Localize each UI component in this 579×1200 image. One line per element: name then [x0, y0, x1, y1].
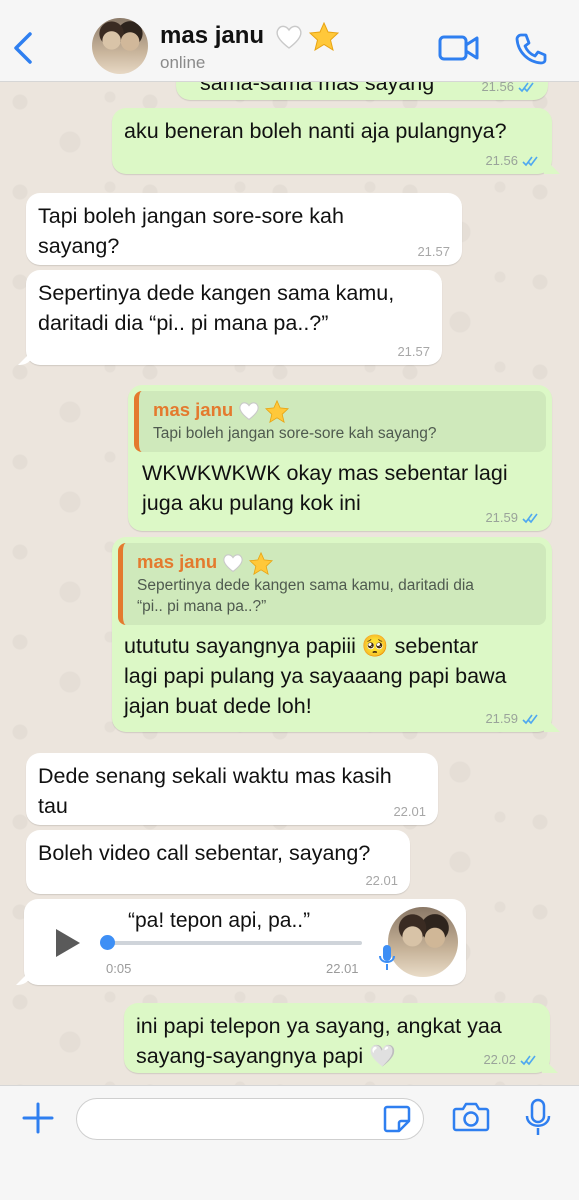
quote-author: mas janu [153, 397, 536, 423]
message-incoming[interactable]: Tapi boleh jangan sore-sore kah sayang? … [26, 193, 462, 265]
message-meta: 21.56 [485, 154, 540, 168]
video-call-icon [438, 35, 479, 61]
microphone-icon [525, 1098, 551, 1135]
star-icon [309, 22, 340, 52]
sticker-button[interactable] [382, 1104, 412, 1139]
star-icon [249, 551, 274, 575]
voice-duration: 0:05 [106, 961, 132, 976]
star-icon [265, 399, 290, 423]
sender-avatar [388, 907, 458, 977]
message-input[interactable] [76, 1098, 424, 1140]
voice-scrubber[interactable] [100, 935, 115, 950]
double-check-icon [522, 513, 538, 524]
message-meta: 21.56 [481, 82, 536, 94]
white-heart-icon [276, 25, 302, 49]
plus-icon [22, 1102, 54, 1134]
message-outgoing-reply[interactable]: mas janu Sepertinya dede kangen sama kam… [112, 537, 552, 732]
play-icon [56, 929, 80, 957]
message-outgoing[interactable]: aku beneran boleh nanti aja pulangnya? 2… [112, 108, 552, 174]
message-meta: 21.59 [485, 712, 540, 726]
double-check-icon [520, 1055, 536, 1066]
message-outgoing[interactable]: sama-sama mas sayang 21.56 [176, 82, 548, 100]
sticker-icon [383, 1105, 411, 1133]
play-button[interactable] [54, 927, 82, 964]
message-meta: 21.57 [417, 244, 450, 259]
voice-caption: “pa! tepon api, pa..” [128, 909, 311, 932]
contact-avatar[interactable] [92, 18, 148, 74]
composer-bar [0, 1085, 579, 1200]
attach-button[interactable] [20, 1100, 56, 1141]
voice-mic-badge [378, 943, 396, 978]
voice-call-button[interactable] [514, 32, 548, 71]
chat-area[interactable]: sama-sama mas sayang 21.56 aku beneran b… [0, 82, 579, 1085]
message-meta: 22.02 [483, 1053, 538, 1067]
quote-author: mas janu [137, 549, 536, 575]
camera-button[interactable] [452, 1101, 490, 1138]
voice-timestamp: 22.01 [326, 961, 359, 976]
double-check-icon [522, 714, 538, 725]
message-meta: 21.59 [485, 511, 540, 525]
contact-name[interactable]: mas janu [160, 22, 340, 52]
white-heart-icon [239, 402, 259, 421]
voice-message[interactable]: “pa! tepon api, pa..” 0:05 22.01 [24, 899, 466, 985]
back-chevron-icon [14, 32, 32, 64]
chat-header: mas janu online [0, 0, 579, 82]
message-meta: 22.01 [393, 804, 426, 819]
voice-progress-track[interactable] [106, 941, 362, 945]
quoted-message[interactable]: mas janu Sepertinya dede kangen sama kam… [118, 543, 546, 625]
double-check-icon [518, 82, 534, 93]
message-meta: 22.01 [365, 873, 398, 888]
back-button[interactable] [10, 28, 40, 68]
message-meta: 21.57 [397, 344, 430, 359]
contact-status: online [160, 53, 206, 72]
message-incoming[interactable]: Boleh video call sebentar, sayang? 22.01 [26, 830, 410, 894]
double-check-icon [522, 156, 538, 167]
camera-icon [452, 1102, 490, 1132]
video-call-button[interactable] [438, 34, 480, 67]
phone-icon [515, 33, 547, 65]
message-incoming[interactable]: Sepertinya dede kangen sama kamu, darita… [26, 270, 442, 365]
message-incoming[interactable]: Dede senang sekali waktu mas kasih tau 2… [26, 753, 438, 825]
voice-record-button[interactable] [524, 1098, 552, 1143]
white-heart-icon [223, 554, 243, 573]
message-outgoing-reply[interactable]: mas janu Tapi boleh jangan sore-sore kah… [128, 385, 552, 531]
microphone-icon [379, 945, 395, 970]
quoted-message[interactable]: mas janu Tapi boleh jangan sore-sore kah… [134, 391, 546, 452]
message-outgoing[interactable]: ini papi telepon ya sayang, angkat yaa s… [124, 1003, 550, 1073]
